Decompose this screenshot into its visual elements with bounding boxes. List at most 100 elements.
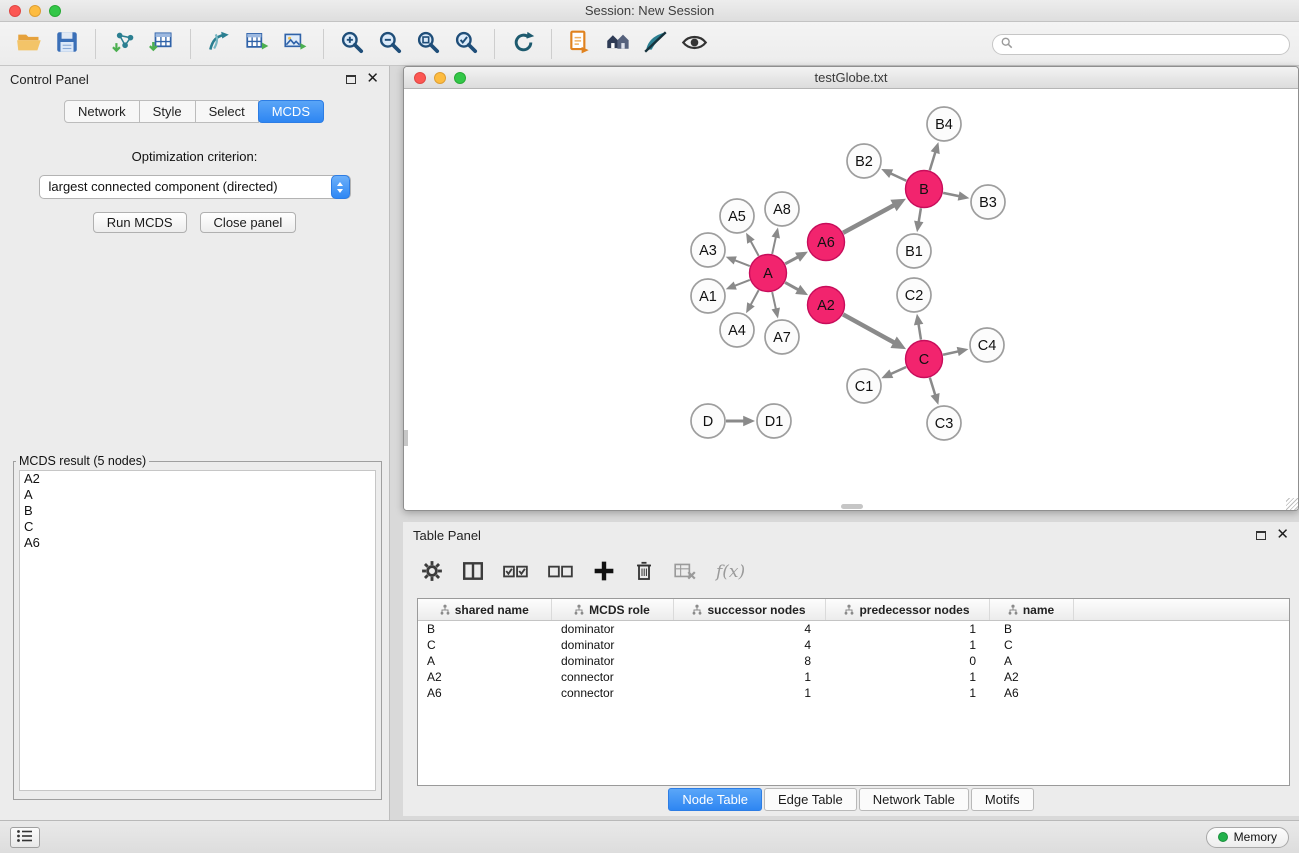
apply-layout-button[interactable]: [504, 26, 542, 62]
column-header-shared-name[interactable]: shared name: [418, 599, 551, 620]
zoom-selected-icon: [453, 29, 479, 58]
graph-node-A[interactable]: A: [750, 255, 787, 292]
zoom-out-button[interactable]: [371, 26, 409, 62]
network-window-titlebar[interactable]: testGlobe.txt: [404, 67, 1298, 89]
graph-node-B[interactable]: B: [906, 171, 943, 208]
float-table-panel-icon[interactable]: [1256, 531, 1266, 540]
run-mcds-button[interactable]: Run MCDS: [93, 212, 187, 233]
table-row[interactable]: A6connector11A6: [418, 685, 1289, 701]
zoom-in-button[interactable]: [333, 26, 371, 62]
save-session-button[interactable]: [48, 26, 86, 62]
network-canvas[interactable]: A A2 A6 B C A1 A3 A4 A5 A7 A8 B1 B2 B3 B4 C1 C2 C3 C4 D D1: [404, 90, 1298, 510]
tab-network[interactable]: Network: [64, 100, 140, 123]
vertical-scrollbar-thumb[interactable]: [404, 430, 408, 446]
table-row[interactable]: Cdominator41C: [418, 637, 1289, 653]
graph-node-A2[interactable]: A2: [808, 287, 845, 324]
node-table-container[interactable]: shared nameMCDS rolesuccessor nodesprede…: [417, 598, 1290, 786]
tab-edge-table[interactable]: Edge Table: [764, 788, 857, 811]
select-all-button[interactable]: [503, 562, 529, 583]
tab-style[interactable]: Style: [139, 100, 196, 123]
table-row[interactable]: Adominator80A: [418, 653, 1289, 669]
tab-network-table[interactable]: Network Table: [859, 788, 969, 811]
graph-node-A3[interactable]: A3: [691, 233, 725, 267]
graphics-details-button[interactable]: [637, 26, 675, 62]
export-image-button[interactable]: [276, 26, 314, 62]
column-header-MCDS-role[interactable]: MCDS role: [551, 599, 673, 620]
network-window-close-button[interactable]: [414, 72, 426, 84]
open-file-button[interactable]: [10, 26, 48, 62]
graph-node-B2[interactable]: B2: [847, 144, 881, 178]
minimize-window-button[interactable]: [29, 5, 41, 17]
home-view-button[interactable]: [599, 26, 637, 62]
search-input[interactable]: [1018, 38, 1281, 52]
horizontal-scrollbar-thumb[interactable]: [841, 504, 863, 509]
graph-node-C3[interactable]: C3: [927, 406, 961, 440]
graph-node-C[interactable]: C: [906, 341, 943, 378]
graph-node-C1[interactable]: C1: [847, 369, 881, 403]
deselect-all-button[interactable]: [548, 562, 574, 583]
graph-node-A6[interactable]: A6: [808, 224, 845, 261]
column-header-name[interactable]: name: [989, 599, 1073, 620]
graph-node-A8[interactable]: A8: [765, 192, 799, 226]
result-item[interactable]: A6: [20, 535, 375, 551]
network-window-zoom-button[interactable]: [454, 72, 466, 84]
zoom-selected-button[interactable]: [447, 26, 485, 62]
delete-row-button[interactable]: [634, 560, 654, 585]
result-item[interactable]: A2: [20, 471, 375, 487]
graph-node-A5[interactable]: A5: [720, 199, 754, 233]
import-table-button[interactable]: [143, 26, 181, 62]
delete-table-button[interactable]: [673, 560, 697, 585]
table-settings-button[interactable]: [421, 560, 443, 585]
show-hide-button[interactable]: [675, 26, 713, 62]
control-panel-header: Control Panel ✕: [0, 66, 389, 92]
panel-list-button[interactable]: [10, 827, 40, 848]
close-panel-icon[interactable]: ✕: [366, 74, 379, 84]
export-table-button[interactable]: [238, 26, 276, 62]
network-view-window: testGlobe.txt A A2 A6 B C A1 A3 A4 A5 A7 A8 B1 B2 B3 B…: [403, 66, 1299, 511]
graph-node-A7[interactable]: A7: [765, 320, 799, 354]
tab-mcds[interactable]: MCDS: [258, 100, 324, 123]
show-columns-button[interactable]: [462, 560, 484, 585]
table-row[interactable]: Bdominator41B: [418, 620, 1289, 637]
graph-edge-A-A3: [734, 260, 749, 266]
first-neighbors-button[interactable]: [561, 26, 599, 62]
graph-node-B4[interactable]: B4: [927, 107, 961, 141]
memory-button[interactable]: Memory: [1206, 827, 1289, 848]
tab-motifs[interactable]: Motifs: [971, 788, 1034, 811]
function-builder-button[interactable]: f(x): [716, 562, 745, 582]
criterion-dropdown[interactable]: largest connected component (directed): [39, 175, 351, 199]
search-box[interactable]: [992, 34, 1290, 55]
resize-grip[interactable]: [1286, 498, 1298, 510]
network-window-minimize-button[interactable]: [434, 72, 446, 84]
optimization-criterion-label: Optimization criterion:: [0, 149, 389, 164]
close-window-button[interactable]: [9, 5, 21, 17]
graph-node-C4[interactable]: C4: [970, 328, 1004, 362]
result-item[interactable]: A: [20, 487, 375, 503]
graph-node-C2[interactable]: C2: [897, 278, 931, 312]
close-table-panel-icon[interactable]: ✕: [1276, 530, 1289, 540]
tab-select[interactable]: Select: [195, 100, 259, 123]
column-header-successor-nodes[interactable]: successor nodes: [673, 599, 825, 620]
result-item[interactable]: B: [20, 503, 375, 519]
memory-status-icon: [1218, 832, 1228, 842]
close-panel-button[interactable]: Close panel: [200, 212, 297, 233]
tab-node-table[interactable]: Node Table: [668, 788, 762, 811]
result-item[interactable]: C: [20, 519, 375, 535]
table-row[interactable]: A2connector11A2: [418, 669, 1289, 685]
graph-node-B1[interactable]: B1: [897, 234, 931, 268]
graph-edge-arrow: [726, 256, 737, 264]
graph-node-D1[interactable]: D1: [757, 404, 791, 438]
graph-node-A4[interactable]: A4: [720, 313, 754, 347]
add-row-button[interactable]: [593, 560, 615, 585]
zoom-window-button[interactable]: [49, 5, 61, 17]
svg-text:C4: C4: [978, 338, 997, 354]
column-header-predecessor-nodes[interactable]: predecessor nodes: [825, 599, 989, 620]
graph-node-B3[interactable]: B3: [971, 185, 1005, 219]
graph-node-A1[interactable]: A1: [691, 279, 725, 313]
export-network-button[interactable]: [200, 26, 238, 62]
open-folder-icon: [16, 29, 43, 59]
float-panel-icon[interactable]: [346, 75, 356, 84]
graph-node-D[interactable]: D: [691, 404, 725, 438]
zoom-fit-button[interactable]: [409, 26, 447, 62]
import-network-button[interactable]: [105, 26, 143, 62]
